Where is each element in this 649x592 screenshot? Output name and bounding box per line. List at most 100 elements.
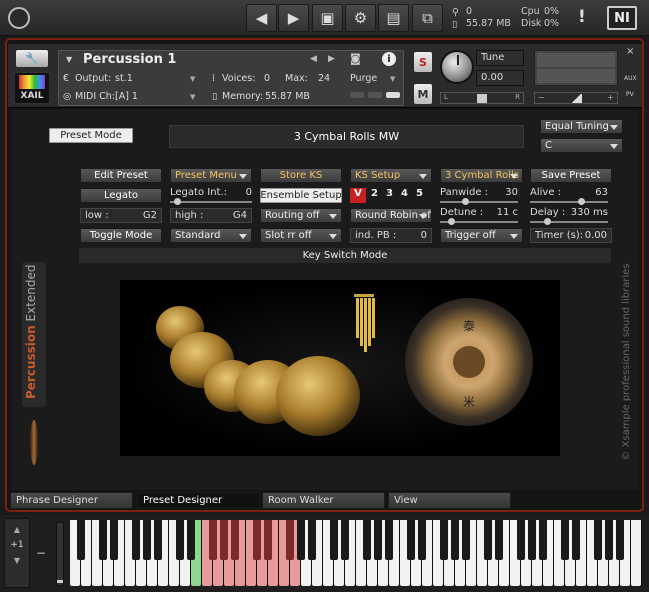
black-key[interactable] bbox=[374, 520, 382, 560]
tab-room-walker[interactable]: Room Walker bbox=[262, 492, 385, 509]
toggle-mode-button[interactable]: Toggle Mode bbox=[80, 228, 162, 243]
white-key[interactable] bbox=[631, 520, 641, 586]
tune-value[interactable]: 0.00 bbox=[476, 70, 524, 86]
black-key[interactable] bbox=[308, 520, 316, 560]
alert-icon[interactable]: ! bbox=[578, 7, 586, 27]
close-icon[interactable]: × bbox=[626, 46, 634, 57]
black-key[interactable] bbox=[231, 520, 239, 560]
delay-knob[interactable] bbox=[544, 218, 551, 225]
slot-rr-dropdown[interactable]: Slot rr off bbox=[260, 228, 342, 243]
voice-v-button[interactable]: V bbox=[350, 188, 366, 203]
black-key[interactable] bbox=[407, 520, 415, 560]
output-dropdown-icon[interactable]: ▼ bbox=[190, 75, 195, 83]
tuning-dropdown[interactable]: Equal Tuning bbox=[540, 119, 623, 134]
black-key[interactable] bbox=[264, 520, 272, 560]
black-key[interactable] bbox=[418, 520, 426, 560]
tab-preset-designer[interactable]: Preset Designer bbox=[137, 492, 260, 509]
black-key[interactable] bbox=[187, 520, 195, 560]
tab-phrase-designer[interactable]: Phrase Designer bbox=[10, 492, 133, 509]
black-key[interactable] bbox=[209, 520, 217, 560]
black-key[interactable] bbox=[451, 520, 459, 560]
black-key[interactable] bbox=[297, 520, 305, 560]
black-key[interactable] bbox=[616, 520, 624, 560]
gear-icon[interactable]: ⚙ bbox=[345, 4, 376, 32]
black-key[interactable] bbox=[176, 520, 184, 560]
pan-slider[interactable]: L R bbox=[440, 92, 524, 104]
ks-current-dropdown[interactable]: 3 Cymbal Rolls MW bbox=[440, 168, 523, 183]
routing-dropdown[interactable]: Routing off bbox=[260, 208, 342, 223]
black-key[interactable] bbox=[462, 520, 470, 560]
midi-dropdown-icon[interactable]: ▼ bbox=[190, 93, 195, 101]
info-icon[interactable]: i bbox=[382, 52, 396, 66]
black-key[interactable] bbox=[110, 520, 118, 560]
high-key-field[interactable]: high : G4 bbox=[170, 208, 252, 223]
kontakt-logo-icon[interactable] bbox=[8, 7, 30, 29]
black-key[interactable] bbox=[330, 520, 338, 560]
alive-slider[interactable]: Alive : 63 bbox=[530, 187, 608, 205]
mod-wheel-handle[interactable] bbox=[57, 580, 63, 583]
detune-slider[interactable]: Detune : 11 c bbox=[440, 207, 518, 225]
alive-knob[interactable] bbox=[578, 198, 585, 205]
black-key[interactable] bbox=[594, 520, 602, 560]
output-value[interactable]: st.1 bbox=[115, 73, 133, 84]
save-preset-button[interactable]: Save Preset bbox=[530, 168, 612, 183]
pv-label[interactable]: PV bbox=[626, 91, 634, 98]
key-dropdown[interactable]: C bbox=[540, 138, 623, 153]
delay-slider[interactable]: Delay : 330 ms bbox=[530, 207, 608, 225]
black-key[interactable] bbox=[605, 520, 613, 560]
purge-bar-3[interactable] bbox=[386, 92, 400, 98]
pan-handle[interactable] bbox=[477, 94, 487, 103]
next-instrument-icon[interactable]: ▶ bbox=[328, 54, 335, 64]
voice-5-button[interactable]: 5 bbox=[413, 188, 426, 203]
black-key[interactable] bbox=[495, 520, 503, 560]
max-value[interactable]: 24 bbox=[318, 73, 330, 84]
legato-button[interactable]: Legato bbox=[80, 188, 162, 203]
key-switch-mode-bar[interactable]: Key Switch Mode bbox=[79, 248, 611, 263]
black-key[interactable] bbox=[440, 520, 448, 560]
purge-label[interactable]: Purge bbox=[350, 73, 377, 84]
aux-label[interactable]: AUX bbox=[624, 75, 637, 82]
volume-handle[interactable] bbox=[570, 94, 582, 103]
edit-preset-button[interactable]: Edit Preset bbox=[80, 168, 162, 183]
legato-int-slider[interactable]: Legato Int.: 0 bbox=[170, 187, 252, 205]
black-key[interactable] bbox=[132, 520, 140, 560]
legato-int-knob[interactable] bbox=[174, 198, 181, 205]
black-key[interactable] bbox=[528, 520, 536, 560]
instrument-name[interactable]: Percussion 1 bbox=[83, 52, 176, 67]
octave-down-icon[interactable]: ▼ bbox=[5, 556, 29, 565]
tune-knob[interactable] bbox=[440, 50, 474, 84]
trigger-dropdown[interactable]: Trigger off bbox=[440, 228, 523, 243]
octave-up-icon[interactable]: ▲ bbox=[5, 525, 29, 534]
black-key[interactable] bbox=[363, 520, 371, 560]
purge-dropdown-icon[interactable]: ▼ bbox=[390, 75, 395, 83]
collapse-arrow-icon[interactable]: ▼ bbox=[66, 55, 72, 64]
tab-view[interactable]: View bbox=[388, 492, 511, 509]
timer-field[interactable]: Timer (s): 0.00 bbox=[530, 228, 612, 243]
black-key[interactable] bbox=[539, 520, 547, 560]
black-key[interactable] bbox=[561, 520, 569, 560]
next-icon[interactable]: ▶ bbox=[278, 4, 309, 32]
black-key[interactable] bbox=[99, 520, 107, 560]
black-key[interactable] bbox=[517, 520, 525, 560]
voice-2-button[interactable]: 2 bbox=[368, 188, 381, 203]
panwide-slider[interactable]: Panwide : 30 bbox=[440, 187, 518, 205]
mod-wheel[interactable] bbox=[56, 522, 64, 586]
store-ks-button[interactable]: Store KS bbox=[260, 168, 342, 183]
volume-slider[interactable]: − + bbox=[534, 92, 618, 104]
detune-knob[interactable] bbox=[448, 218, 455, 225]
black-key[interactable] bbox=[154, 520, 162, 560]
black-key[interactable] bbox=[286, 520, 294, 560]
black-key[interactable] bbox=[143, 520, 151, 560]
purge-bar-2[interactable] bbox=[368, 92, 382, 98]
wrench-icon[interactable]: 🔧 bbox=[16, 50, 48, 67]
black-key[interactable] bbox=[385, 520, 393, 560]
pitch-minus-icon[interactable]: − bbox=[36, 546, 46, 560]
solo-button[interactable]: S bbox=[414, 52, 432, 72]
voice-3-button[interactable]: 3 bbox=[383, 188, 396, 203]
ind-pb-field[interactable]: ind. PB : 0 bbox=[350, 228, 432, 243]
round-robin-dropdown[interactable]: Round Robin off bbox=[350, 208, 432, 223]
low-key-field[interactable]: low : G2 bbox=[80, 208, 162, 223]
black-key[interactable] bbox=[253, 520, 261, 560]
layout-icon[interactable]: ▤ bbox=[378, 4, 409, 32]
black-key[interactable] bbox=[220, 520, 228, 560]
